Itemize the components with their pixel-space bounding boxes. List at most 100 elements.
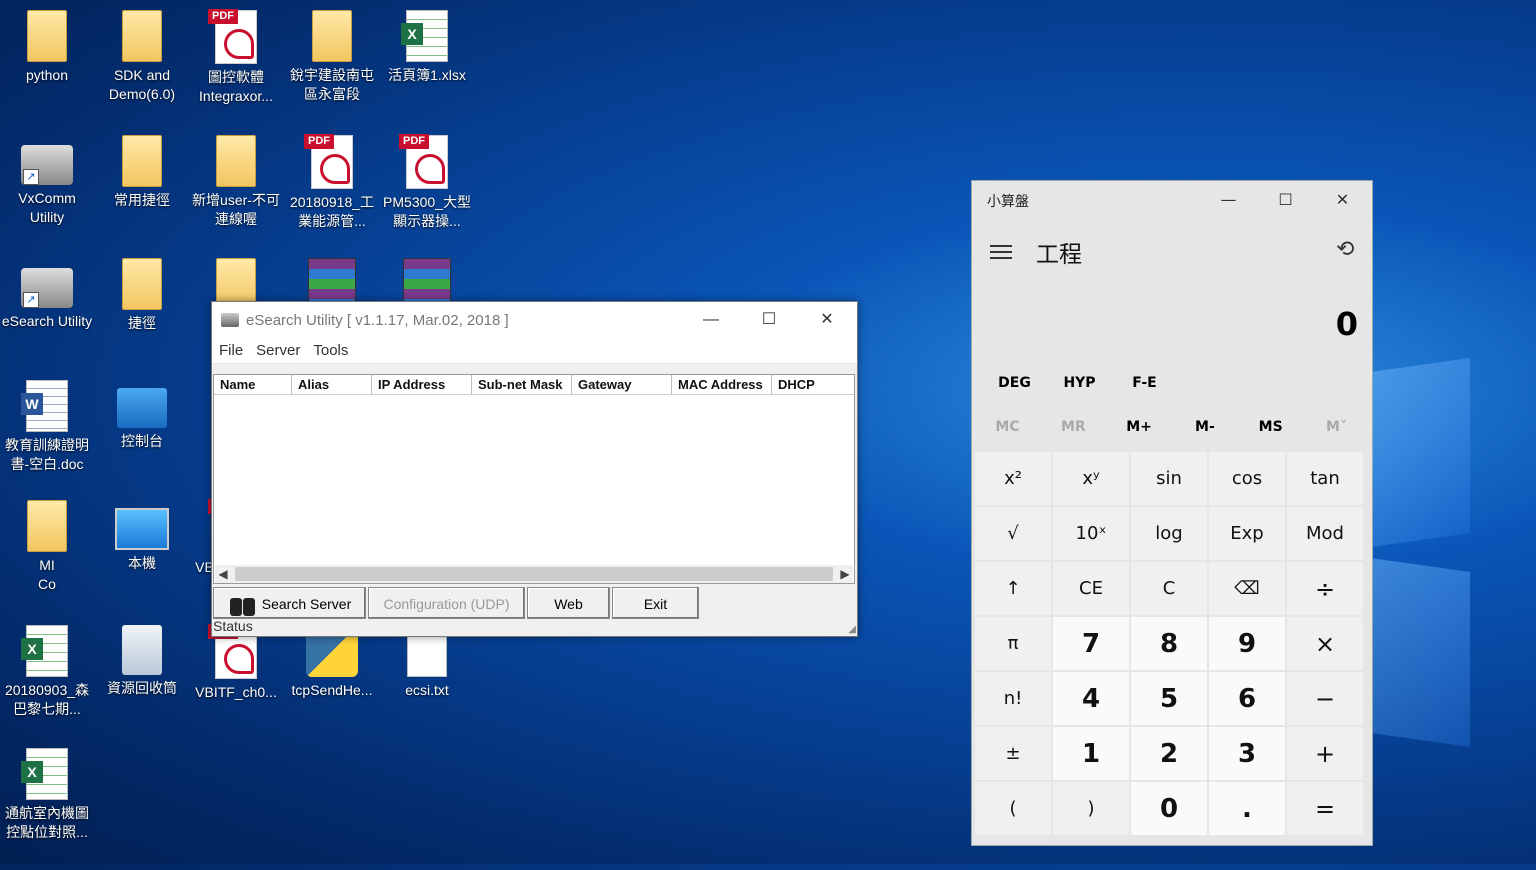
maximize-button[interactable]: ☐ [740, 302, 798, 338]
calc-key[interactable]: 5 [1131, 672, 1207, 725]
desktop-icon[interactable]: 銳宇建設南屯區永富段 [285, 10, 379, 104]
calc-key[interactable]: 9 [1209, 617, 1285, 670]
menu-tools[interactable]: Tools [313, 342, 348, 359]
desktop-icon[interactable]: 控制台 [95, 380, 189, 451]
calc-key[interactable]: Exp [1209, 507, 1285, 560]
scroll-right-icon[interactable]: ▶ [837, 567, 853, 581]
calc-key[interactable]: ( [975, 782, 1051, 835]
calc-key[interactable]: . [1209, 782, 1285, 835]
calc-key[interactable]: + [1287, 727, 1363, 780]
desktop-icon[interactable]: ↗ VxComm Utility [0, 135, 94, 227]
calc-close-button[interactable]: ✕ [1314, 181, 1371, 219]
calc-key[interactable]: = [1287, 782, 1363, 835]
col-gateway[interactable]: Gateway [572, 375, 672, 394]
search-server-button[interactable]: Search Server [213, 587, 366, 619]
esearch-titlebar[interactable]: eSearch Utility [ v1.1.17, Mar.02, 2018 … [212, 302, 857, 338]
desktop-icon[interactable]: X 通航室內機圖控點位對照... [0, 748, 94, 842]
calc-minimize-button[interactable]: — [1200, 181, 1257, 219]
fe-button[interactable]: F-E [1112, 375, 1177, 391]
close-button[interactable]: ✕ [798, 302, 856, 338]
calc-key[interactable]: 3 [1209, 727, 1285, 780]
calc-key[interactable]: cos [1209, 452, 1285, 505]
calc-key[interactable]: √ [975, 507, 1051, 560]
col-dhcp[interactable]: DHCP [772, 375, 852, 394]
calculator-window[interactable]: 小算盤 — ☐ ✕ 工程 ⟲ 0 DEG HYP F-E MC MR M+ M-… [971, 180, 1373, 846]
hyp-button[interactable]: HYP [1047, 375, 1112, 391]
desktop-icon[interactable]: W 教育訓練證明書-空白.doc [0, 380, 94, 474]
calc-key[interactable]: CE [1053, 562, 1129, 615]
calc-key[interactable]: C [1131, 562, 1207, 615]
calc-key[interactable]: 6 [1209, 672, 1285, 725]
esearch-title: eSearch Utility [ v1.1.17, Mar.02, 2018 … [246, 311, 509, 329]
menu-server[interactable]: Server [256, 342, 300, 359]
desktop-icon[interactable]: 本機 [95, 500, 189, 573]
calc-key[interactable]: 8 [1131, 617, 1207, 670]
calc-key[interactable]: ÷ [1287, 562, 1363, 615]
history-icon[interactable]: ⟲ [1336, 237, 1354, 262]
calc-key[interactable]: 10ˣ [1053, 507, 1129, 560]
desktop-icon[interactable]: PDF 圖控軟體 Integraxor... [189, 9, 283, 106]
esearch-window[interactable]: eSearch Utility [ v1.1.17, Mar.02, 2018 … [211, 301, 858, 637]
configuration-button[interactable]: Configuration (UDP) [368, 587, 525, 619]
minimize-button[interactable]: — [682, 302, 740, 338]
column-headers: Name Alias IP Address Sub-net Mask Gatew… [214, 375, 854, 395]
m-minus-button[interactable]: M- [1172, 419, 1237, 435]
calc-key[interactable]: n! [975, 672, 1051, 725]
desktop-icon[interactable]: 資源回收筒 [95, 625, 189, 698]
calc-key[interactable]: 2 [1131, 727, 1207, 780]
col-name[interactable]: Name [214, 375, 292, 394]
calc-key[interactable]: xʸ [1053, 452, 1129, 505]
calc-key[interactable]: x² [975, 452, 1051, 505]
col-ip-address[interactable]: IP Address [372, 375, 472, 394]
server-list[interactable]: Name Alias IP Address Sub-net Mask Gatew… [213, 374, 855, 584]
calc-key[interactable]: ± [975, 727, 1051, 780]
m-plus-button[interactable]: M+ [1107, 419, 1172, 435]
col-subnet-mask[interactable]: Sub-net Mask [472, 375, 572, 394]
col-mac-address[interactable]: MAC Address [672, 375, 772, 394]
col-alias[interactable]: Alias [292, 375, 372, 394]
calc-key[interactable]: Mod [1287, 507, 1363, 560]
calc-key[interactable]: × [1287, 617, 1363, 670]
ms-button[interactable]: MS [1238, 419, 1303, 435]
calc-key[interactable]: ) [1053, 782, 1129, 835]
desktop-icon[interactable]: MI Co [0, 500, 94, 594]
menu-file[interactable]: File [219, 342, 243, 359]
desktop-icon[interactable]: PDF PM5300_大型顯示器操... [380, 134, 474, 231]
desktop-icon[interactable]: 常用捷徑 [95, 135, 189, 210]
mc-button[interactable]: MC [975, 419, 1040, 435]
calc-key[interactable]: − [1287, 672, 1363, 725]
esearch-menubar: File Server Tools [212, 338, 857, 364]
calc-key[interactable]: 0 [1131, 782, 1207, 835]
desktop-icon[interactable]: X 活頁簿1.xlsx [380, 10, 474, 85]
calc-key[interactable]: 7 [1053, 617, 1129, 670]
folder-icon [122, 135, 162, 187]
calc-key[interactable]: tan [1287, 452, 1363, 505]
hamburger-menu-icon[interactable] [990, 245, 1012, 259]
calc-key[interactable]: 1 [1053, 727, 1129, 780]
desktop-icon[interactable]: X 20180903_森巴黎七期... [0, 625, 94, 719]
desktop-icon[interactable]: PDF 20180918_工業能源管... [285, 134, 379, 231]
deg-button[interactable]: DEG [982, 375, 1047, 391]
desktop-icon-label: 教育訓練證明書-空白.doc [5, 437, 89, 472]
web-button[interactable]: Web [527, 587, 610, 619]
exit-button[interactable]: Exit [612, 587, 699, 619]
memory-list-button[interactable]: M˅ [1304, 419, 1369, 435]
scroll-left-icon[interactable]: ◀ [215, 567, 231, 581]
calc-key[interactable]: π [975, 617, 1051, 670]
desktop-icon[interactable]: ↗ eSearch Utility [0, 258, 94, 331]
calculator-titlebar[interactable]: 小算盤 — ☐ ✕ [972, 181, 1372, 219]
horizontal-scrollbar[interactable]: ◀ ▶ [215, 565, 853, 583]
resize-grip-icon[interactable]: ◢ [848, 624, 856, 635]
calc-key[interactable]: 4 [1053, 672, 1129, 725]
scroll-thumb[interactable] [235, 567, 833, 581]
calc-maximize-button[interactable]: ☐ [1257, 181, 1314, 219]
calc-key[interactable]: log [1131, 507, 1207, 560]
desktop-icon[interactable]: 捷徑 [95, 258, 189, 333]
desktop-icon[interactable]: python [0, 10, 94, 85]
calc-key[interactable]: sin [1131, 452, 1207, 505]
desktop-icon[interactable]: 新增user-不可連線喔 [189, 135, 283, 229]
mr-button[interactable]: MR [1041, 419, 1106, 435]
calc-key[interactable]: ⌫ [1209, 562, 1285, 615]
desktop-icon[interactable]: SDK and Demo(6.0) [95, 10, 189, 104]
calc-key[interactable]: ↑ [975, 562, 1051, 615]
